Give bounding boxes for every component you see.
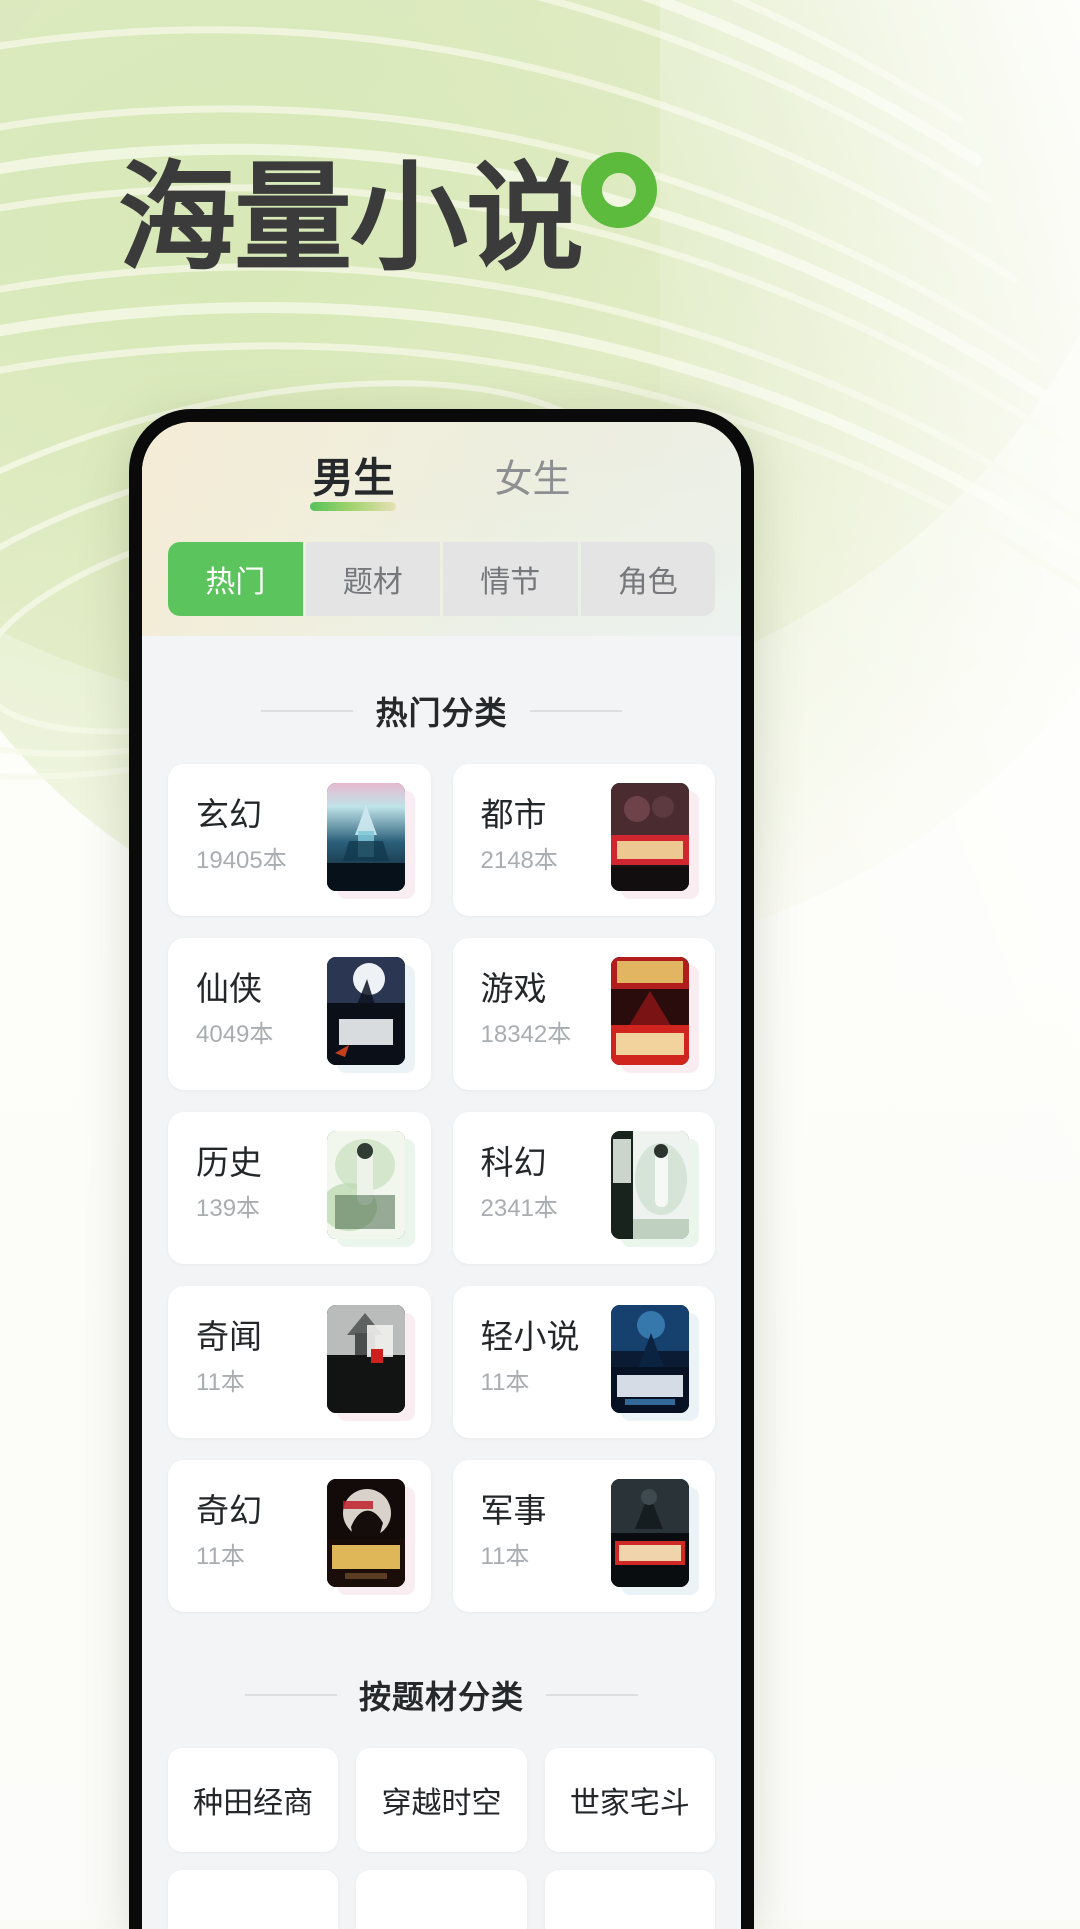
book-cover-wrap [611,783,699,899]
phone-screen: 男生 女生 热门 题材 情节 角色 热门分类 玄幻 19405本 都市 2148… [142,422,741,1929]
book-cover-image [611,1131,689,1239]
category-name: 奇闻 [196,1318,262,1355]
filter-segmented-control: 热门 题材 情节 角色 [168,542,715,616]
category-count: 18342本 [480,1021,572,1048]
category-name: 军事 [480,1492,547,1529]
divider-right [529,710,622,712]
page-title: 海量小说 [118,154,584,285]
category-grid: 玄幻 19405本 都市 2148本 仙侠 4049本 游戏 18342本 历史 139本… [142,764,741,1612]
category-count: 11本 [480,1543,530,1570]
book-cover-wrap [326,783,415,899]
theme-chip-grid: 种田经商 穿越时空 世家宅斗 [142,1748,741,1852]
category-text: 仙侠 4049本 [196,972,273,1047]
category-card[interactable]: 玄幻 19405本 [168,764,431,916]
tab-female-label: 女生 [494,459,571,501]
category-text: 奇幻 11本 [196,1494,262,1569]
category-count: 11本 [196,1543,245,1570]
hot-section-title: 热门分类 [375,695,508,731]
segment-plot[interactable]: 情节 [443,542,578,616]
green-ring-logo-icon [581,152,657,228]
theme-section-header: 按题材分类 [142,1672,741,1718]
book-cover-image [326,1131,405,1239]
gender-tab-bar: 男生 女生 [142,458,741,511]
category-text: 军事 11本 [481,1494,547,1569]
category-card[interactable]: 轻小说 11本 [452,1286,715,1438]
theme-section-title: 按题材分类 [358,1679,524,1715]
segment-theme[interactable]: 题材 [305,542,440,616]
category-count: 19405本 [196,847,287,874]
tab-male-underline [310,502,397,511]
category-count: 2148本 [480,847,558,874]
category-name: 仙侠 [196,970,262,1007]
book-cover-wrap [326,1131,415,1247]
book-cover-wrap [326,957,415,1073]
category-card[interactable]: 奇幻 11本 [168,1460,431,1612]
theme-chip[interactable]: 穿越时空 [356,1748,527,1852]
category-text: 玄幻 19405本 [196,798,287,873]
category-card[interactable]: 仙侠 4049本 [168,938,431,1090]
category-name: 游戏 [480,970,547,1007]
category-count: 11本 [196,1369,245,1396]
book-cover-image [326,783,405,891]
category-text: 历史 139本 [196,1146,262,1221]
category-text: 轻小说 11本 [481,1320,580,1395]
category-card[interactable]: 历史 139本 [168,1112,431,1264]
category-text: 奇闻 11本 [196,1320,262,1395]
category-card[interactable]: 奇闻 11本 [168,1286,431,1438]
book-cover-wrap [611,1131,699,1247]
book-cover-image [326,1479,405,1587]
category-text: 游戏 18342本 [481,972,572,1047]
category-count: 11本 [480,1369,530,1396]
category-text: 科幻 2341本 [481,1146,558,1221]
segment-role[interactable]: 角色 [580,542,715,616]
book-cover-wrap [611,1305,699,1421]
category-name: 奇幻 [196,1492,262,1529]
category-name: 玄幻 [196,796,262,833]
theme-chip-grid-row2 [142,1870,741,1929]
book-cover-wrap [611,957,699,1073]
divider-left [244,1694,337,1696]
content-scroll-area[interactable]: 热门分类 玄幻 19405本 都市 2148本 仙侠 4049本 游戏 18342本 历… [142,636,741,1929]
divider-left [261,710,354,712]
book-cover-wrap [611,1479,699,1595]
theme-chip[interactable] [168,1870,339,1929]
theme-chip[interactable]: 世家宅斗 [544,1748,715,1852]
tab-female[interactable]: 女生 [488,461,576,511]
hero: 海量小说 [118,152,657,285]
tab-male[interactable]: 男生 [306,458,400,511]
hot-section-header: 热门分类 [142,688,741,734]
book-cover-image [326,1305,405,1413]
category-name: 历史 [196,1144,262,1181]
category-card[interactable]: 军事 11本 [452,1460,715,1612]
category-name: 科幻 [480,1144,547,1181]
book-cover-wrap [326,1305,415,1421]
category-card[interactable]: 都市 2148本 [452,764,715,916]
theme-chip[interactable] [356,1870,527,1929]
book-cover-image [611,1305,689,1413]
book-cover-image [326,957,405,1065]
category-count: 2341本 [480,1195,558,1222]
category-name: 轻小说 [480,1318,580,1355]
category-count: 4049本 [196,1021,274,1048]
book-cover-image [611,1479,689,1587]
segment-hot[interactable]: 热门 [168,542,303,616]
book-cover-image [611,783,689,891]
phone-mockup: 男生 女生 热门 题材 情节 角色 热门分类 玄幻 19405本 都市 2148… [129,409,754,1929]
category-count: 139本 [196,1195,261,1222]
divider-right [546,1694,638,1696]
category-text: 都市 2148本 [481,798,558,873]
category-card[interactable]: 科幻 2341本 [452,1112,715,1264]
category-card[interactable]: 游戏 18342本 [452,938,715,1090]
book-cover-wrap [326,1479,415,1595]
category-name: 都市 [480,796,547,833]
theme-chip[interactable]: 种田经商 [168,1748,339,1852]
tab-male-label: 男生 [312,455,395,501]
theme-chip[interactable] [544,1870,715,1929]
book-cover-image [611,957,689,1065]
